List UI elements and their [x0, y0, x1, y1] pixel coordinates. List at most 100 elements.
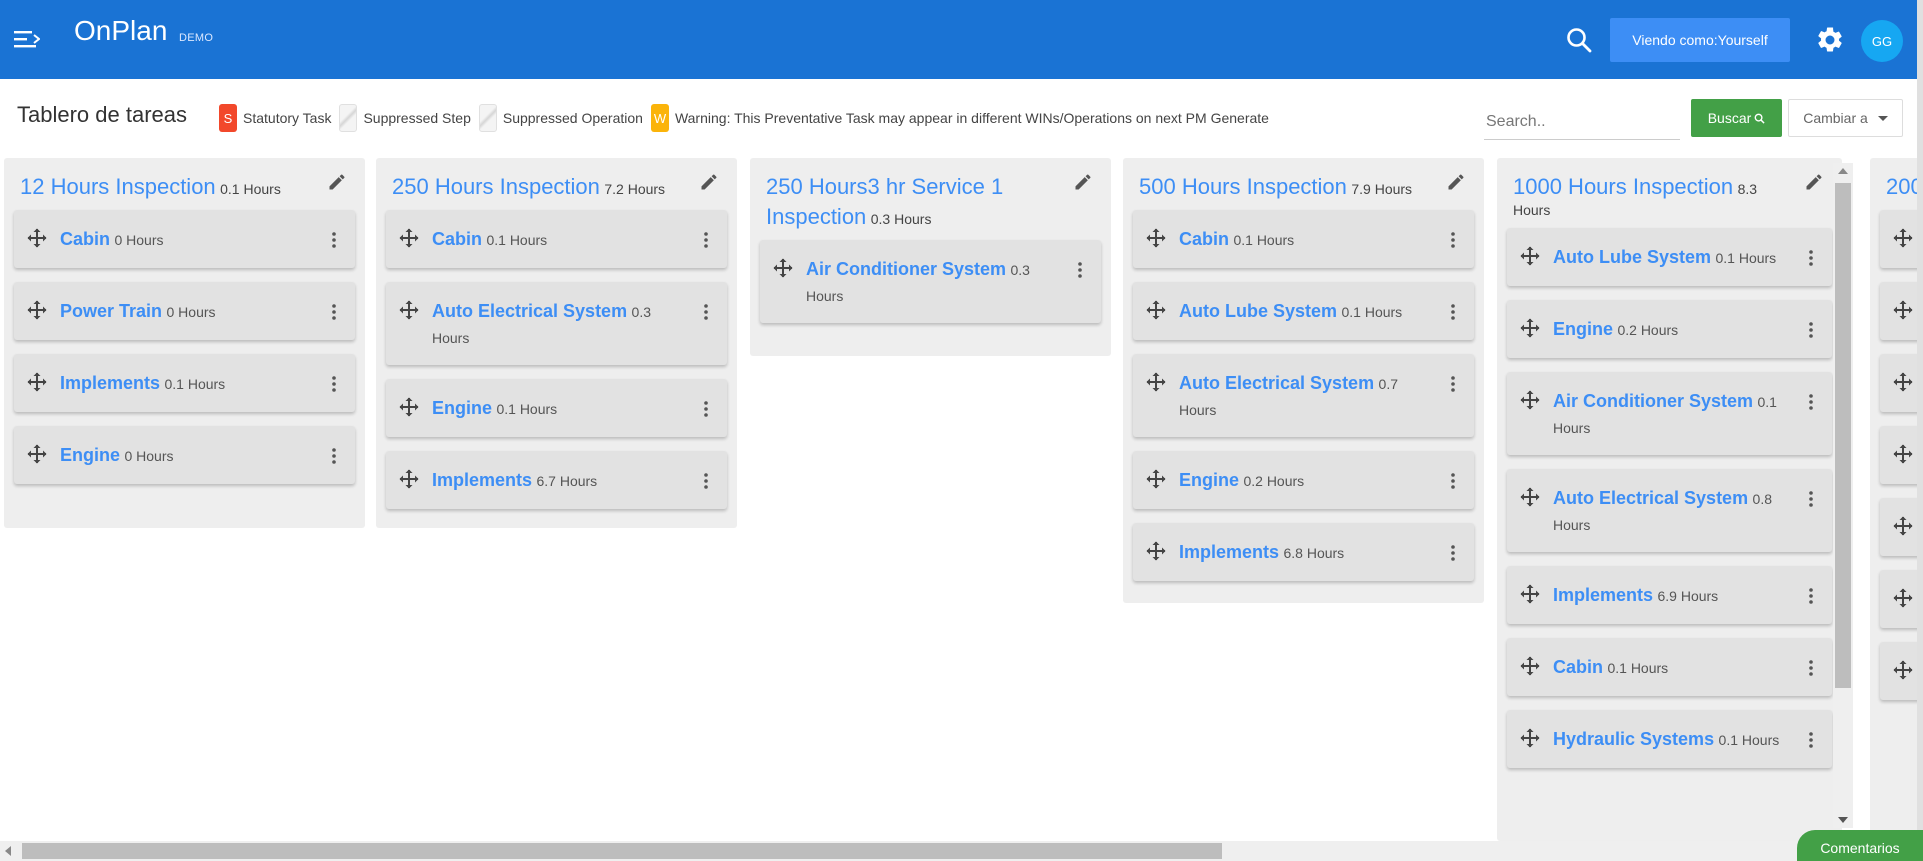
drag-move-icon[interactable]: [1519, 655, 1541, 677]
drag-move-icon[interactable]: [398, 396, 420, 418]
task-card-name[interactable]: Cabin: [60, 229, 110, 249]
more-options-icon[interactable]: [703, 472, 709, 490]
drag-move-icon[interactable]: [1519, 583, 1541, 605]
more-options-icon[interactable]: [703, 303, 709, 321]
task-card[interactable]: Cabin 0.1 Hours: [1133, 210, 1474, 268]
more-options-icon[interactable]: [1450, 375, 1456, 393]
scroll-left-icon[interactable]: [5, 846, 11, 856]
scroll-up-icon[interactable]: [1838, 168, 1848, 174]
task-card-name[interactable]: Cabin: [1553, 657, 1603, 677]
task-card[interactable]: Auto Lube System 0.1 Hours: [1507, 228, 1832, 286]
task-card-name[interactable]: Auto Lube System: [1179, 301, 1337, 321]
column-title[interactable]: 200: [1886, 174, 1917, 199]
task-card[interactable]: Air Conditioner System 0.3 Hours: [760, 240, 1101, 323]
task-card[interactable]: Cabin 0.1 Hours: [386, 210, 727, 268]
task-card[interactable]: Power Train 0 Hours: [14, 282, 355, 340]
drag-move-icon[interactable]: [1519, 245, 1541, 267]
column-scrollbar[interactable]: [1833, 163, 1853, 828]
task-card[interactable]: Implements 6.8 Hours: [1133, 523, 1474, 581]
more-options-icon[interactable]: [703, 231, 709, 249]
more-options-icon[interactable]: [1808, 731, 1814, 749]
task-card-name[interactable]: Power Train: [60, 301, 162, 321]
drag-move-icon[interactable]: [1519, 317, 1541, 339]
drag-move-icon[interactable]: [1145, 227, 1167, 249]
drag-move-icon[interactable]: [26, 227, 48, 249]
more-options-icon[interactable]: [1808, 659, 1814, 677]
task-card[interactable]: [1880, 498, 1917, 556]
drag-move-icon[interactable]: [1892, 515, 1914, 537]
scrollbar-thumb[interactable]: [22, 843, 1222, 859]
task-card[interactable]: [1880, 210, 1917, 268]
task-card[interactable]: Engine 0.2 Hours: [1507, 300, 1832, 358]
more-options-icon[interactable]: [1808, 490, 1814, 508]
column-title[interactable]: 500 Hours Inspection: [1139, 174, 1347, 199]
task-card[interactable]: Air Conditioner System 0.1 Hours: [1507, 372, 1832, 455]
drag-move-icon[interactable]: [1145, 299, 1167, 321]
edit-pencil-icon[interactable]: [699, 172, 719, 192]
drag-move-icon[interactable]: [26, 443, 48, 465]
task-card[interactable]: Hydraulic Systems 0.1 Hours: [1507, 710, 1832, 768]
more-options-icon[interactable]: [1808, 249, 1814, 267]
drag-move-icon[interactable]: [26, 371, 48, 393]
task-card-name[interactable]: Auto Electrical System: [1553, 488, 1748, 508]
task-card[interactable]: [1880, 282, 1917, 340]
drag-move-icon[interactable]: [1519, 486, 1541, 508]
task-card[interactable]: Cabin 0.1 Hours: [1507, 638, 1832, 696]
more-options-icon[interactable]: [331, 231, 337, 249]
drag-move-icon[interactable]: [1145, 468, 1167, 490]
search-input[interactable]: [1484, 104, 1680, 140]
task-card[interactable]: Implements 0.1 Hours: [14, 354, 355, 412]
task-card[interactable]: Engine 0 Hours: [14, 426, 355, 484]
drag-move-icon[interactable]: [26, 299, 48, 321]
drag-move-icon[interactable]: [1145, 540, 1167, 562]
more-options-icon[interactable]: [331, 447, 337, 465]
task-card[interactable]: [1880, 642, 1917, 700]
more-options-icon[interactable]: [1450, 231, 1456, 249]
task-card-name[interactable]: Hydraulic Systems: [1553, 729, 1714, 749]
task-card[interactable]: Auto Electrical System 0.3 Hours: [386, 282, 727, 365]
drag-move-icon[interactable]: [772, 257, 794, 279]
menu-icon[interactable]: [14, 28, 40, 50]
drag-move-icon[interactable]: [1892, 299, 1914, 321]
drag-move-icon[interactable]: [1145, 371, 1167, 393]
more-options-icon[interactable]: [1077, 261, 1083, 279]
task-card-name[interactable]: Cabin: [432, 229, 482, 249]
edit-pencil-icon[interactable]: [1804, 172, 1824, 192]
buscar-button[interactable]: Buscar: [1691, 99, 1782, 137]
task-card[interactable]: Auto Electrical System 0.7 Hours: [1133, 354, 1474, 437]
column-title[interactable]: 12 Hours Inspection: [20, 174, 216, 199]
drag-move-icon[interactable]: [1519, 389, 1541, 411]
task-card[interactable]: Auto Electrical System 0.8 Hours: [1507, 469, 1832, 552]
edit-pencil-icon[interactable]: [1073, 172, 1093, 192]
drag-move-icon[interactable]: [398, 468, 420, 490]
comentarios-button[interactable]: Comentarios: [1797, 830, 1923, 861]
task-card[interactable]: [1880, 570, 1917, 628]
more-options-icon[interactable]: [703, 400, 709, 418]
drag-move-icon[interactable]: [1892, 659, 1914, 681]
more-options-icon[interactable]: [1450, 303, 1456, 321]
task-card-name[interactable]: Engine: [1179, 470, 1239, 490]
more-options-icon[interactable]: [331, 303, 337, 321]
gear-icon[interactable]: [1815, 25, 1845, 55]
drag-move-icon[interactable]: [1892, 443, 1914, 465]
column-title[interactable]: 250 Hours Inspection: [392, 174, 600, 199]
column-title[interactable]: 1000 Hours Inspection: [1513, 174, 1733, 199]
drag-move-icon[interactable]: [398, 299, 420, 321]
task-card-name[interactable]: Air Conditioner System: [806, 259, 1006, 279]
task-card-name[interactable]: Cabin: [1179, 229, 1229, 249]
task-card-name[interactable]: Implements: [1553, 585, 1653, 605]
task-card-name[interactable]: Auto Electrical System: [432, 301, 627, 321]
task-card[interactable]: Implements 6.7 Hours: [386, 451, 727, 509]
task-card[interactable]: Implements 6.9 Hours: [1507, 566, 1832, 624]
viewing-as-button[interactable]: Viendo como:Yourself: [1610, 18, 1790, 62]
task-card[interactable]: [1880, 426, 1917, 484]
task-card-name[interactable]: Implements: [432, 470, 532, 490]
scrollbar-thumb[interactable]: [1835, 183, 1851, 688]
drag-move-icon[interactable]: [398, 227, 420, 249]
task-card-name[interactable]: Implements: [60, 373, 160, 393]
task-card-name[interactable]: Engine: [432, 398, 492, 418]
more-options-icon[interactable]: [1808, 587, 1814, 605]
drag-move-icon[interactable]: [1519, 727, 1541, 749]
task-card[interactable]: Engine 0.2 Hours: [1133, 451, 1474, 509]
cambiar-dropdown[interactable]: Cambiar a: [1788, 99, 1903, 137]
